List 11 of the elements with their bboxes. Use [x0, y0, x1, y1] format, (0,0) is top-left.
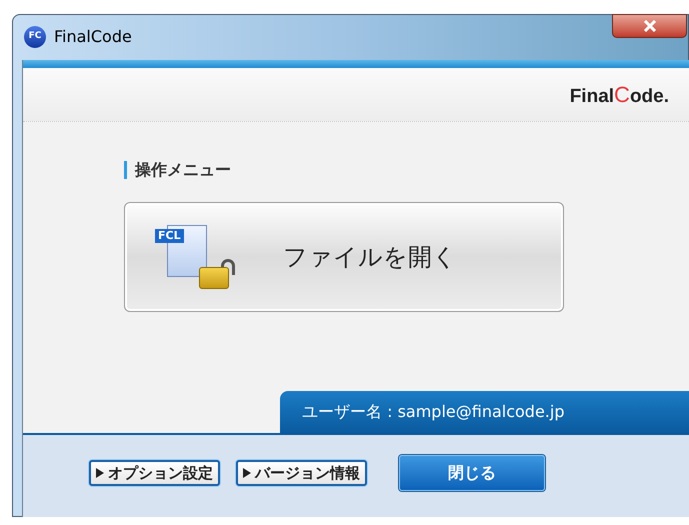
triangle-icon	[96, 468, 104, 478]
open-file-button[interactable]: FCL ファイルを開く	[124, 202, 564, 312]
close-button[interactable]: 閉じる	[399, 455, 545, 491]
brand-logo: FinalCode.	[570, 80, 669, 109]
triangle-icon	[243, 468, 251, 478]
option-button[interactable]: バージョン情報	[236, 460, 367, 486]
option-button[interactable]: オプション設定	[89, 460, 220, 486]
window-title: FinalCode	[54, 26, 132, 48]
menu-heading: 操作メニュー	[135, 159, 231, 181]
user-name-label: ユーザー名 : sample@finalcode.jp	[280, 391, 689, 433]
close-icon[interactable]	[612, 14, 687, 38]
